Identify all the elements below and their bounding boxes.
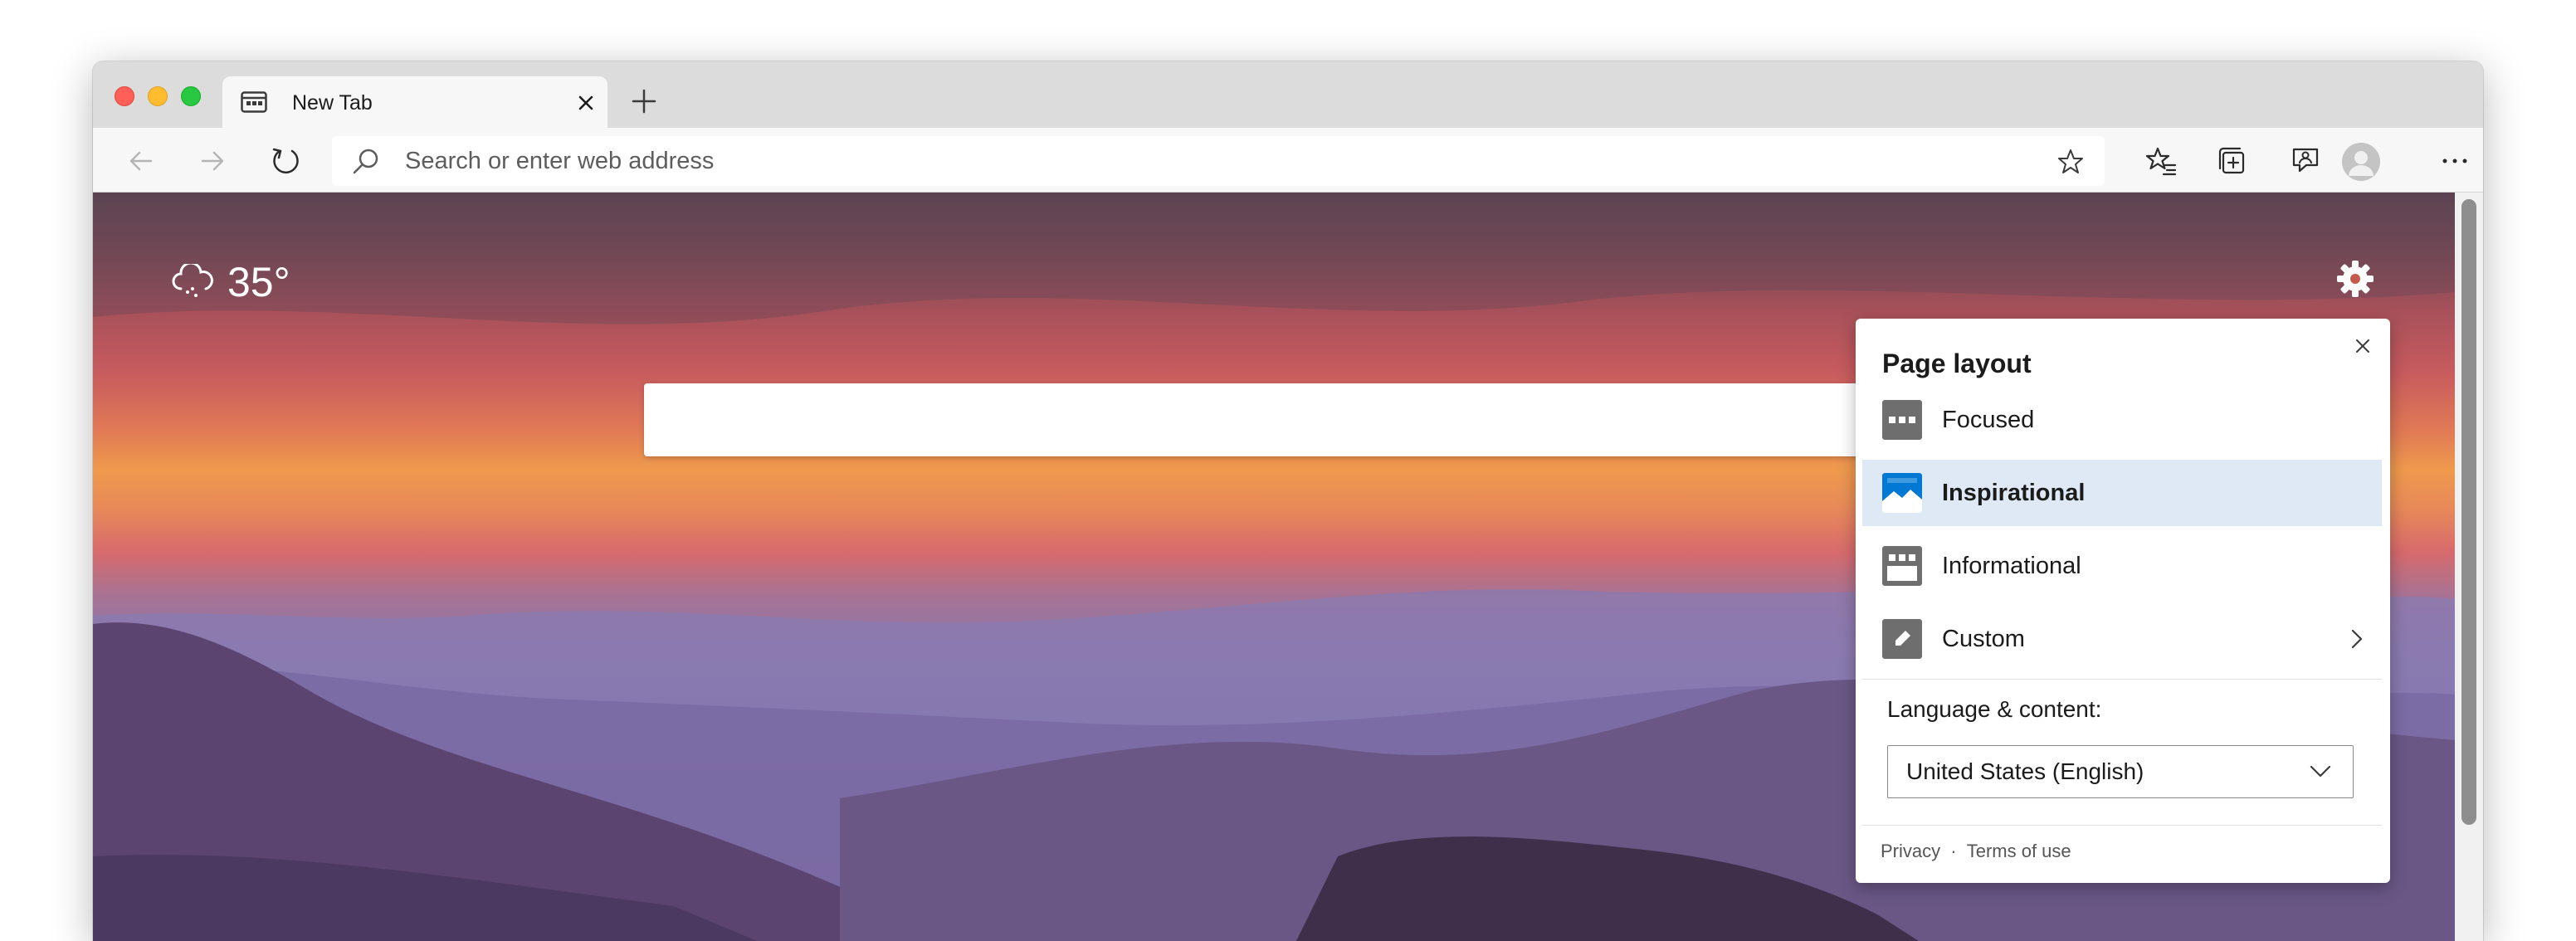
address-bar[interactable]: Search or enter web address [332, 136, 2105, 186]
collections-button[interactable] [2214, 143, 2251, 179]
layout-label: Custom [1942, 626, 2025, 652]
more-icon [2442, 158, 2467, 163]
tab-new-tab[interactable]: New Tab [222, 76, 607, 128]
collections-icon [2218, 147, 2245, 174]
layout-option-inspirational[interactable]: Inspirational [1862, 460, 2382, 526]
privacy-link[interactable]: Privacy [1881, 840, 1940, 863]
back-button[interactable] [123, 143, 159, 179]
favorite-star-icon[interactable] [2056, 148, 2085, 176]
refresh-button[interactable] [267, 143, 304, 179]
close-icon[interactable] [2352, 335, 2374, 357]
page-layout-panel: Page layout Focused Inspirational Inform… [1856, 319, 2390, 883]
layout-label: Inspirational [1942, 480, 2086, 506]
feedback-icon [2292, 148, 2319, 173]
close-window-button[interactable] [115, 86, 134, 106]
gear-icon[interactable] [2335, 259, 2375, 299]
close-icon[interactable] [576, 93, 596, 113]
new-tab-plus-icon[interactable] [631, 88, 657, 115]
forward-icon [201, 151, 224, 171]
language-label: Language & content: [1887, 696, 2102, 722]
layout-label: Focused [1942, 407, 2035, 433]
feedback-button[interactable] [2287, 143, 2324, 179]
profile-icon [2342, 143, 2380, 181]
minimize-window-button[interactable] [148, 86, 168, 106]
language-select[interactable]: United States (English) [1887, 745, 2354, 798]
footer-separator: · [1950, 841, 1957, 861]
more-button[interactable] [2437, 143, 2473, 179]
layout-option-informational[interactable]: Informational [1862, 533, 2382, 599]
panel-divider [1862, 825, 2382, 826]
scrollbar-thumb[interactable] [2461, 199, 2476, 825]
inspirational-layout-icon [1882, 473, 1922, 513]
refresh-icon [272, 148, 299, 174]
forward-button[interactable] [194, 143, 231, 179]
browser-toolbar: Search or enter web address [93, 128, 2483, 193]
tab-strip: New Tab [93, 61, 2483, 128]
favorites-icon [2145, 147, 2177, 176]
weather-widget[interactable]: 35° [171, 259, 290, 305]
chevron-right-icon [2351, 629, 2363, 649]
new-tab-page-icon [241, 91, 267, 113]
chevron-down-icon [2310, 765, 2331, 778]
favorites-button[interactable] [2143, 143, 2179, 179]
panel-footer: Privacy · Terms of use [1881, 840, 2071, 863]
terms-link[interactable]: Terms of use [1967, 840, 2071, 863]
weather-temperature: 35° [227, 259, 290, 305]
custom-layout-icon [1882, 619, 1922, 659]
vertical-scrollbar[interactable] [2455, 193, 2483, 941]
search-icon [353, 149, 378, 174]
web-search-box[interactable] [644, 383, 1949, 456]
profile-avatar[interactable] [2342, 143, 2380, 181]
panel-title: Page layout [1882, 349, 2032, 378]
layout-option-focused[interactable]: Focused [1862, 387, 2382, 453]
tab-title: New Tab [292, 91, 373, 115]
layout-option-custom[interactable]: Custom [1862, 606, 2382, 672]
cloud-snow-icon [172, 264, 213, 297]
address-input[interactable]: Search or enter web address [405, 147, 714, 175]
zoom-window-button[interactable] [181, 86, 201, 106]
back-icon [129, 151, 153, 171]
language-value: United States (English) [1906, 758, 2144, 784]
informational-layout-icon [1882, 546, 1922, 586]
layout-label: Informational [1942, 553, 2081, 579]
focused-layout-icon [1882, 400, 1922, 440]
panel-divider [1862, 679, 2382, 680]
